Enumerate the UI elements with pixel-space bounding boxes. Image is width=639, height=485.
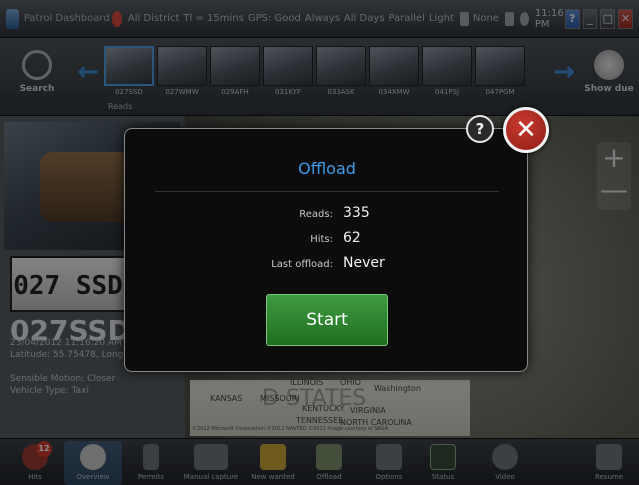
- start-button[interactable]: Start: [266, 294, 388, 346]
- last-offload-value: Never: [343, 255, 385, 271]
- reads-row: Reads: 335: [125, 205, 529, 225]
- dialog-help-button[interactable]: ?: [466, 115, 494, 143]
- dialog-divider: [155, 191, 499, 192]
- hits-row: Hits: 62: [125, 230, 529, 250]
- dialog-close-button[interactable]: ✕: [503, 107, 549, 153]
- hits-key: Hits:: [310, 234, 333, 245]
- reads-key: Reads:: [299, 209, 333, 220]
- offload-dialog: Offload Reads: 335 Hits: 62 Last offload…: [124, 128, 528, 372]
- dialog-title: Offload: [298, 159, 356, 178]
- last-offload-key: Last offload:: [271, 259, 333, 270]
- hits-value: 62: [343, 230, 361, 246]
- last-offload-row: Last offload: Never: [125, 255, 529, 275]
- reads-value: 335: [343, 205, 370, 221]
